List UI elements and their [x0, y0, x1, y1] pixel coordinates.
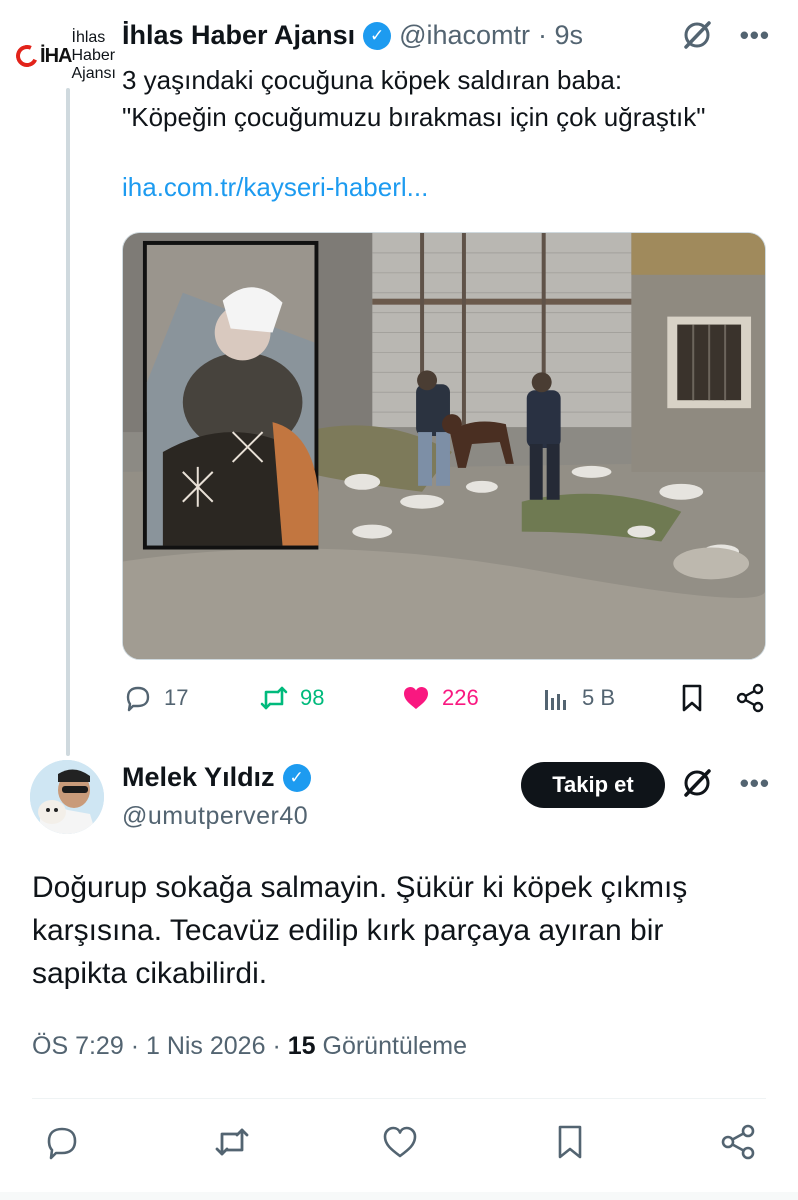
bookmark-icon — [682, 684, 702, 712]
grok-icon[interactable] — [680, 18, 714, 52]
reply-tweet-top-icons: ••• — [680, 766, 770, 800]
reply-author-name[interactable]: Melek Yıldız — [122, 762, 275, 793]
profile-photo — [30, 760, 104, 834]
reply-button[interactable] — [42, 1122, 82, 1162]
verified-badge-icon: ✓ — [282, 763, 311, 792]
like-action[interactable]: 226 — [400, 682, 479, 714]
share-icon — [736, 683, 764, 713]
views-count: 5 B — [582, 685, 616, 710]
parent-tweet-top-icons: ••• — [680, 18, 770, 52]
parent-tweet-header: İhlas Haber Ajansı ✓ @ihacomtr · 9s — [122, 20, 583, 51]
reply-author-handle[interactable]: @umutperver40 — [122, 802, 308, 831]
verified-badge-icon: ✓ — [363, 21, 392, 50]
repost-button[interactable] — [212, 1122, 252, 1162]
repost-icon — [215, 1128, 249, 1156]
bookmark-button[interactable] — [550, 1122, 590, 1162]
reply-author-header: Melek Yıldız ✓ — [122, 762, 311, 793]
repost-icon — [260, 686, 288, 710]
parent-tweet-text: 3 yaşındaki çocuğuna köpek saldıran baba… — [122, 65, 706, 132]
iha-logo-subtitle: İhlas Haber Ajansı — [71, 29, 116, 82]
meta-separator: · — [272, 1032, 288, 1060]
bookmark-action[interactable] — [676, 682, 708, 714]
reply-icon — [47, 1127, 77, 1160]
news-photo — [123, 233, 765, 659]
reply-action[interactable]: 17 — [122, 682, 188, 714]
tweet-time[interactable]: · 9s — [538, 20, 583, 51]
follow-button[interactable]: Takip et — [521, 762, 665, 808]
bottom-bar — [0, 1192, 798, 1200]
heart-filled-icon — [404, 687, 428, 709]
like-count: 226 — [442, 685, 479, 710]
iha-avatar[interactable]: İHA İhlas Haber Ajansı — [12, 24, 116, 88]
share-icon — [721, 1124, 755, 1160]
tweet-photo[interactable] — [122, 232, 766, 660]
article-link[interactable]: iha.com.tr/kayseri-haberl... — [122, 172, 428, 203]
views-count: 15 — [287, 1032, 316, 1060]
grok-icon[interactable] — [680, 766, 714, 800]
views-label: Görüntüleme — [322, 1032, 468, 1060]
author-handle[interactable]: @ihacomtr — [399, 20, 530, 51]
parent-tweet-actions: 17 98 226 5 B — [122, 682, 772, 722]
reply-count: 17 — [164, 685, 189, 710]
repost-count: 98 — [300, 685, 325, 710]
avatar[interactable] — [30, 760, 104, 834]
reply-icon — [126, 686, 150, 712]
more-icon[interactable]: ••• — [740, 20, 770, 51]
like-button[interactable] — [380, 1122, 420, 1162]
meta-separator: · — [130, 1032, 146, 1060]
thread-connector-line — [66, 88, 70, 756]
bookmark-icon — [558, 1125, 582, 1159]
reply-tweet-text: Doğurup sokağa salmayin. Şükür ki köpek … — [32, 871, 688, 990]
tweet-meta: ÖS 7:29 · 1 Nis 2026 · 15 Görüntüleme — [32, 1032, 467, 1061]
author-name[interactable]: İhlas Haber Ajansı — [122, 20, 355, 51]
heart-icon — [383, 1126, 417, 1158]
tweet-date[interactable]: 1 Nis 2026 — [146, 1032, 266, 1060]
divider — [32, 1098, 766, 1099]
repost-action[interactable]: 98 — [258, 682, 324, 714]
share-button[interactable] — [718, 1122, 758, 1162]
reply-tweet-actions — [0, 1122, 798, 1166]
views-action[interactable]: 5 B — [540, 682, 615, 714]
views-chart-icon — [545, 690, 566, 710]
iha-logo: İHA — [12, 41, 73, 71]
tweet-time[interactable]: ÖS 7:29 — [32, 1032, 124, 1060]
more-icon[interactable]: ••• — [740, 768, 770, 799]
share-action[interactable] — [734, 682, 766, 714]
